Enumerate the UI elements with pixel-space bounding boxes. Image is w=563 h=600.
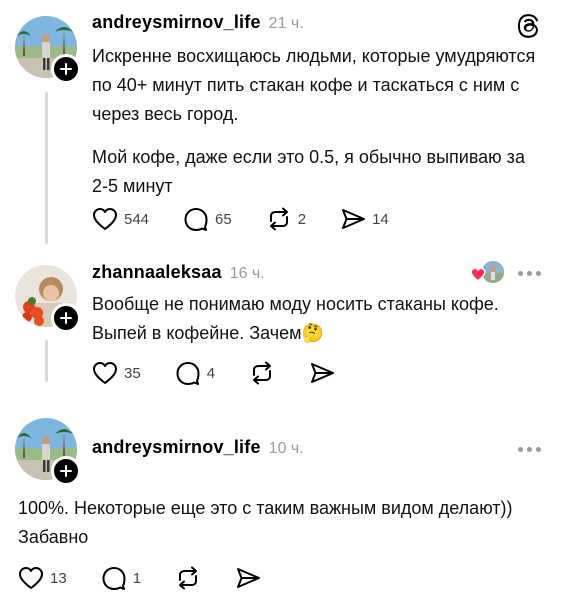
comment-count: 4 <box>206 364 216 382</box>
like-button[interactable]: 35 <box>92 361 141 385</box>
share-button[interactable] <box>235 566 261 590</box>
post-text: Искренне восхищаюсь людьми, которые умуд… <box>92 46 536 124</box>
post-2: zhannaaleksaa 16 ч. Вообще не понимаю мо… <box>0 245 563 405</box>
repost-icon <box>269 207 288 231</box>
follow-plus-icon[interactable] <box>51 456 81 486</box>
share-button[interactable]: 14 <box>340 207 389 231</box>
repost-icon <box>253 361 272 385</box>
follow-plus-icon[interactable] <box>51 303 81 333</box>
comment-button[interactable]: 4 <box>175 361 215 385</box>
post-text: 100%. Некоторые еще это с таким важным в… <box>18 498 513 547</box>
post-text: Мой кофе, даже если это 0.5, я обычно вы… <box>92 147 525 196</box>
comment-count: 65 <box>215 210 232 228</box>
comment-bubble-icon <box>176 362 200 385</box>
comment-button[interactable]: 65 <box>183 207 232 231</box>
comment-count: 1 <box>132 569 142 587</box>
post-text: Вообще не понимаю моду носить стаканы ко… <box>92 294 499 343</box>
avatar-3[interactable] <box>15 418 81 486</box>
like-button[interactable]: 544 <box>92 207 149 231</box>
like-count: 13 <box>50 569 67 587</box>
more-dots-icon[interactable] <box>518 271 541 276</box>
username[interactable]: zhannaaleksaa <box>92 262 222 283</box>
comment-button[interactable]: 1 <box>101 566 141 590</box>
send-icon <box>342 209 366 229</box>
avatar-2[interactable] <box>15 265 81 333</box>
like-count: 35 <box>124 364 141 382</box>
follow-plus-icon[interactable] <box>51 54 81 84</box>
send-icon <box>237 568 261 588</box>
repost-count: 2 <box>297 210 307 228</box>
author-liked-indicator <box>470 261 506 285</box>
more-dots-icon[interactable] <box>518 447 541 452</box>
post-time: 10 ч. <box>268 440 304 457</box>
repost-icon <box>179 566 198 590</box>
repost-button[interactable] <box>175 566 201 590</box>
like-button[interactable]: 13 <box>18 566 67 590</box>
heart-icon <box>93 362 117 384</box>
heart-icon <box>93 208 117 230</box>
post-time: 21 ч. <box>268 15 304 32</box>
comment-bubble-icon <box>102 567 126 590</box>
comment-bubble-icon <box>184 208 208 231</box>
repost-button[interactable]: 2 <box>266 207 306 231</box>
post-time: 16 ч. <box>229 265 265 282</box>
share-button[interactable] <box>309 361 335 385</box>
username[interactable]: andreysmirnov_life <box>92 437 261 458</box>
heart-icon <box>19 567 43 589</box>
avatar-1[interactable] <box>15 16 81 84</box>
send-icon <box>311 363 335 383</box>
username[interactable]: andreysmirnov_life <box>92 12 261 33</box>
heart-icon <box>470 267 486 282</box>
like-count: 544 <box>124 210 150 228</box>
post-1: andreysmirnov_life 21 ч. Искренне восхищ… <box>0 0 563 245</box>
repost-button[interactable] <box>249 361 275 385</box>
post-3: andreysmirnov_life 10 ч. 100%. Некоторые… <box>0 405 563 600</box>
share-count: 14 <box>372 210 389 228</box>
